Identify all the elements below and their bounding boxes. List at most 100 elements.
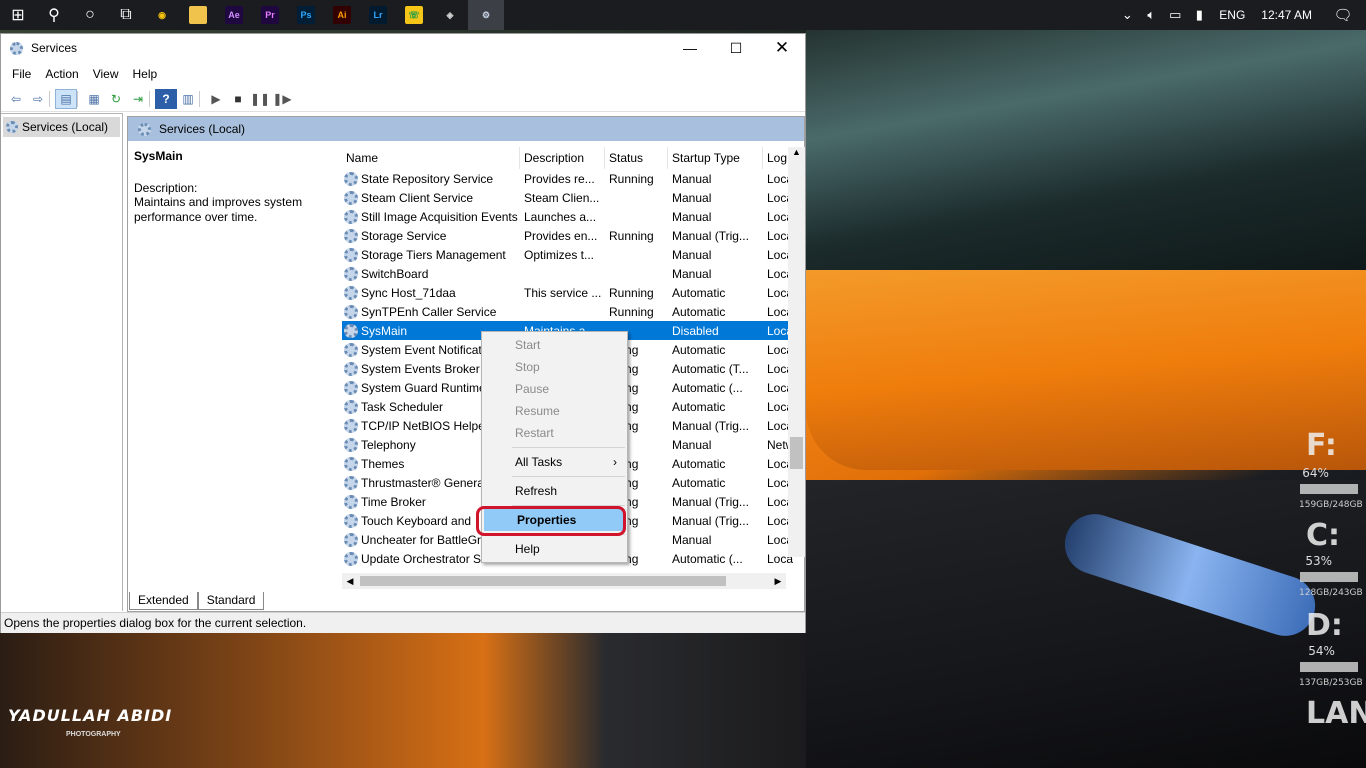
- service-name: Task Scheduler: [361, 399, 444, 414]
- taskbar-app-whatsapp[interactable]: ☏: [396, 0, 432, 30]
- service-name: Thrustmaster® Genera: [361, 475, 484, 490]
- menu-item-label: Refresh: [515, 484, 558, 498]
- menu-help[interactable]: Help: [126, 67, 165, 81]
- stop-icon[interactable]: ■: [227, 89, 249, 109]
- language-indicator[interactable]: ENG: [1219, 8, 1245, 22]
- help-icon[interactable]: ?: [155, 88, 177, 109]
- vertical-scrollbar[interactable]: ▲: [788, 147, 805, 557]
- clock[interactable]: 12:47 AM: [1261, 8, 1312, 22]
- column-startup-type[interactable]: Startup Type: [668, 147, 763, 169]
- minimize-button[interactable]: —: [667, 34, 713, 62]
- tree-item-services-local[interactable]: Services (Local): [3, 117, 120, 137]
- table-row[interactable]: Storage Service Provides en... Running Manu…: [342, 226, 804, 245]
- cell-startup-type: Manual: [672, 247, 712, 262]
- export-list-icon[interactable]: ⇥: [127, 89, 149, 109]
- table-row[interactable]: SynTPEnh Caller Service Running Automatic L…: [342, 302, 804, 321]
- show-tree-icon[interactable]: ▤: [55, 88, 77, 109]
- taskbar-app-chrome[interactable]: ◉: [144, 0, 180, 30]
- drive-size: 137GB/253GB: [1299, 678, 1363, 688]
- taskbar-app-illustrator[interactable]: Ai: [324, 0, 360, 30]
- start-button[interactable]: ⊞: [0, 0, 36, 30]
- network-icon[interactable]: ▭: [1163, 7, 1187, 23]
- context-menu-item-help[interactable]: Help: [482, 538, 627, 560]
- scroll-left-icon[interactable]: ◀: [342, 576, 358, 587]
- play-icon[interactable]: ▶: [205, 89, 227, 109]
- pause-icon[interactable]: ❚❚: [249, 89, 271, 109]
- restart-icon[interactable]: ❚▶: [271, 89, 293, 109]
- drive-bar: [1300, 572, 1358, 582]
- column-description[interactable]: Description: [520, 147, 605, 169]
- title-bar[interactable]: Services — ☐ ✕: [1, 34, 805, 62]
- whatsapp-icon: ☏: [405, 6, 423, 24]
- table-row[interactable]: Steam Client Service Steam Clien... Manual…: [342, 188, 804, 207]
- taskbar-app-lightroom[interactable]: Lr: [360, 0, 396, 30]
- column-name[interactable]: Name: [342, 147, 520, 169]
- table-row[interactable]: Storage Tiers Management Optimizes t... Ma…: [342, 245, 804, 264]
- service-gear-icon: [344, 323, 358, 338]
- cell-startup-type: Manual: [672, 209, 712, 224]
- service-name: Time Broker: [361, 494, 426, 509]
- menu-file[interactable]: File: [5, 67, 38, 81]
- tab-extended[interactable]: Extended: [129, 592, 198, 610]
- service-name: SwitchBoard: [361, 266, 429, 281]
- battery-icon[interactable]: ▮: [1187, 7, 1211, 23]
- services-app-icon: [10, 41, 23, 55]
- table-row[interactable]: SwitchBoard Manual Loca: [342, 264, 804, 283]
- taskbar-app-services[interactable]: ⚙: [468, 0, 504, 30]
- show-hide-pane-icon[interactable]: ▥: [177, 89, 199, 109]
- scroll-right-icon[interactable]: ▶: [770, 576, 786, 587]
- menu-item-label: Stop: [515, 360, 540, 374]
- service-name: Storage Tiers Management: [361, 247, 506, 262]
- taskbar-app-photoshop[interactable]: Ps: [288, 0, 324, 30]
- table-row[interactable]: State Repository Service Provides re... Ru…: [342, 169, 804, 188]
- cortana-button[interactable]: ○: [72, 0, 108, 30]
- properties-sheet-icon[interactable]: ▦: [83, 89, 105, 109]
- taskbar-app-game-app[interactable]: ◈: [432, 0, 468, 30]
- cell-name: Storage Tiers Management: [342, 247, 520, 262]
- taskbar: ⊞ ⚲ ○ ⧉ ◉ ▬ Ae Pr Ps Ai Lr ☏ ◈ ⚙ ⌄ 🔈︎ ▭ ▮ ENG 12:…: [0, 0, 1366, 30]
- search-button[interactable]: ⚲: [36, 0, 72, 30]
- horizontal-scroll-thumb[interactable]: [360, 576, 726, 586]
- taskbar-app-file-explorer[interactable]: ▬: [180, 0, 216, 30]
- cell-name: SwitchBoard: [342, 266, 520, 281]
- cell-name: Steam Client Service: [342, 190, 520, 205]
- refresh-icon[interactable]: ↻: [105, 89, 127, 109]
- volume-icon[interactable]: 🔈︎: [1139, 7, 1163, 23]
- drive-bar: [1300, 484, 1358, 494]
- maximize-button[interactable]: ☐: [713, 34, 759, 62]
- taskbar-app-after-effects[interactable]: Ae: [216, 0, 252, 30]
- table-row[interactable]: Still Image Acquisition Events Launches a…: [342, 207, 804, 226]
- table-row[interactable]: Sync Host_71daa This service ... Running Au…: [342, 283, 804, 302]
- context-menu-item-refresh[interactable]: Refresh: [482, 480, 627, 502]
- taskbar-app-premiere[interactable]: Pr: [252, 0, 288, 30]
- drive-gadget-c: C: 53% 128GB/243GB: [1298, 518, 1363, 598]
- menu-view[interactable]: View: [86, 67, 126, 81]
- tab-standard[interactable]: Standard: [197, 592, 265, 610]
- service-gear-icon: [344, 285, 358, 300]
- drive-letter: C:: [1306, 518, 1341, 553]
- description-label: Description:: [134, 181, 198, 195]
- forward-arrow-icon[interactable]: ⇨: [27, 89, 49, 109]
- photoshop-icon: Ps: [297, 6, 315, 24]
- scroll-up-icon[interactable]: ▲: [788, 147, 805, 157]
- cell-startup-type: Automatic (T...: [672, 361, 749, 376]
- service-gear-icon: [344, 171, 358, 186]
- close-button[interactable]: ✕: [759, 34, 805, 62]
- task-view-button[interactable]: ⧉: [108, 0, 144, 30]
- cell-startup-type: Manual: [672, 190, 712, 205]
- premiere-icon: Pr: [261, 6, 279, 24]
- service-gear-icon: [344, 380, 358, 395]
- notification-icon[interactable]: 🗨︎: [1320, 6, 1366, 24]
- menu-action[interactable]: Action: [38, 67, 85, 81]
- service-name: State Repository Service: [361, 171, 494, 186]
- context-menu-item-stop: Stop: [482, 356, 627, 378]
- cell-startup-type: Manual: [672, 532, 712, 547]
- context-menu-item-all-tasks[interactable]: All Tasks ›: [482, 451, 627, 473]
- column-status[interactable]: Status: [605, 147, 668, 169]
- back-arrow-icon[interactable]: ⇦: [5, 89, 27, 109]
- vertical-scroll-thumb[interactable]: [790, 437, 803, 469]
- chevron-up-icon[interactable]: ⌄: [1115, 7, 1139, 23]
- horizontal-scrollbar[interactable]: ◀ ▶: [342, 573, 786, 589]
- service-gear-icon: [344, 475, 358, 490]
- service-gear-icon: [344, 266, 358, 281]
